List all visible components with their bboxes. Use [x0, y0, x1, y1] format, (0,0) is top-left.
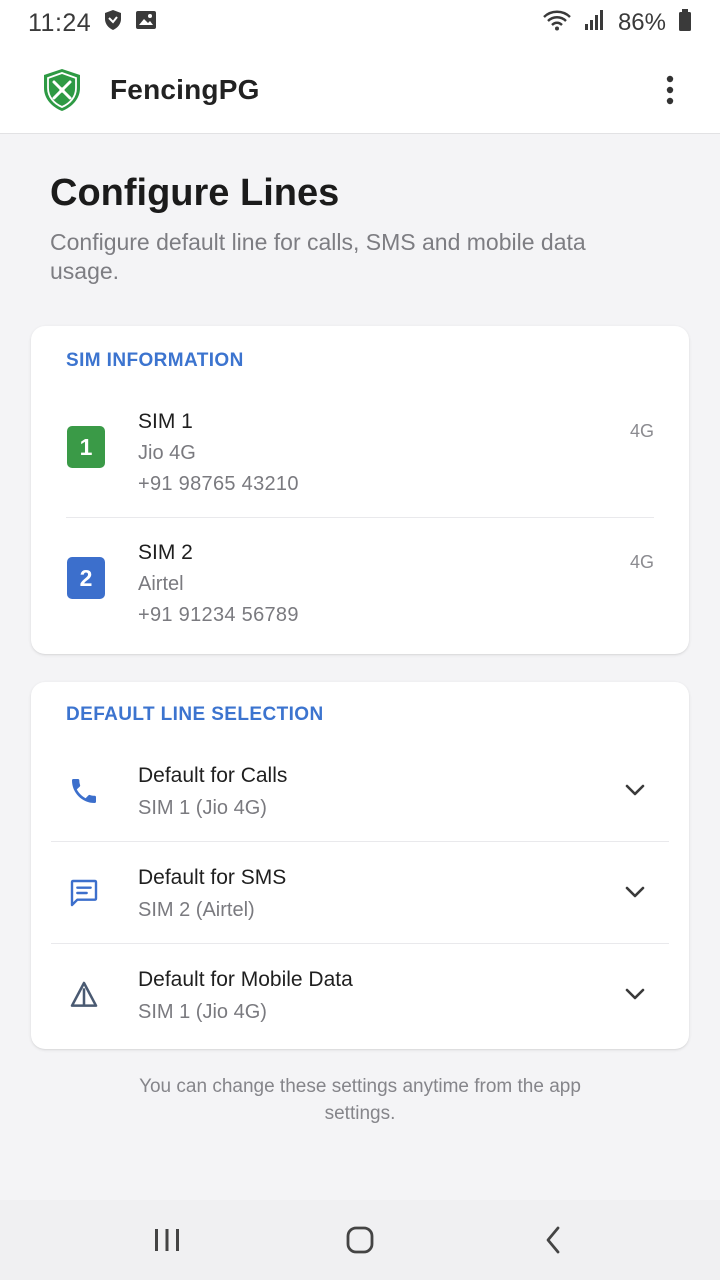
- divider: [66, 517, 654, 518]
- default-calls-value: SIM 1 (Jio 4G): [138, 797, 267, 819]
- more-options-button[interactable]: [652, 68, 688, 112]
- sim-network-type: 4G: [629, 421, 654, 441]
- footer-note: You can change these settings anytime fr…: [139, 1076, 581, 1124]
- sim-name: SIM 1: [138, 410, 193, 433]
- status-bar: 11:24 86%: [0, 0, 720, 46]
- sim-row-1: 1 SIM 1 Jio 4G +91 98765 43210 4G: [66, 392, 654, 517]
- default-mobile-data-label: Default for Mobile Data: [138, 968, 353, 991]
- default-calls-row[interactable]: Default for Calls SIM 1 (Jio 4G): [51, 740, 669, 841]
- back-button[interactable]: [523, 1210, 583, 1270]
- sim-information-card: SIM INFORMATION 1 SIM 1 Jio 4G +91 98765…: [31, 326, 689, 654]
- shield-logo-icon: [40, 67, 84, 113]
- sim-badge-1: 1: [67, 426, 105, 468]
- app-title: FencingPG: [110, 73, 260, 105]
- status-time: 11:24: [28, 8, 92, 37]
- mobile-data-icon: [67, 978, 101, 1012]
- sim-name: SIM 2: [138, 541, 193, 564]
- signal-icon: [584, 9, 606, 38]
- page-subtitle: Configure default line for calls, SMS an…: [50, 229, 586, 284]
- chevron-down-icon[interactable]: [621, 776, 649, 804]
- status-left: 11:24: [28, 9, 157, 38]
- sim-row-2: 2 SIM 2 Airtel +91 91234 56789 4G: [66, 523, 654, 648]
- phone-icon: [67, 774, 101, 808]
- sim-carrier: Airtel: [138, 573, 184, 595]
- sim-information-heading: SIM INFORMATION: [66, 350, 244, 371]
- recents-button[interactable]: [137, 1210, 197, 1270]
- image-icon: [135, 9, 157, 37]
- page-title: Configure Lines: [50, 172, 340, 214]
- default-line-selection-card: DEFAULT LINE SELECTION Default for Calls…: [31, 682, 689, 1049]
- default-mobile-data-row[interactable]: Default for Mobile Data SIM 1 (Jio 4G): [51, 944, 669, 1045]
- default-sms-row[interactable]: Default for SMS SIM 2 (Airtel): [51, 842, 669, 943]
- home-button[interactable]: [330, 1210, 390, 1270]
- system-nav-bar: [0, 1200, 720, 1280]
- default-calls-label: Default for Calls: [138, 764, 288, 787]
- battery-icon: [678, 8, 692, 38]
- default-mobile-data-value: SIM 1 (Jio 4G): [138, 1001, 267, 1023]
- more-vert-icon: [666, 75, 674, 104]
- home-icon: [346, 1226, 374, 1254]
- back-icon: [546, 1226, 560, 1254]
- wifi-icon: [542, 9, 572, 38]
- sim-number: +91 98765 43210: [138, 473, 299, 495]
- status-right: 86%: [542, 8, 692, 38]
- sim-network-type: 4G: [629, 552, 654, 572]
- default-sms-label: Default for SMS: [138, 866, 287, 889]
- sim-number: +91 91234 56789: [138, 604, 299, 626]
- chevron-down-icon[interactable]: [621, 980, 649, 1008]
- chevron-down-icon[interactable]: [621, 878, 649, 906]
- shield-icon: [103, 9, 123, 38]
- default-line-selection-heading: DEFAULT LINE SELECTION: [66, 704, 324, 725]
- sim-badge-2: 2: [67, 557, 105, 599]
- message-icon: [67, 876, 101, 910]
- recents-icon: [154, 1229, 179, 1251]
- battery-percent: 86%: [617, 9, 666, 36]
- default-sms-value: SIM 2 (Airtel): [138, 899, 255, 921]
- app-bar: FencingPG: [0, 46, 720, 134]
- sim-carrier: Jio 4G: [138, 442, 196, 464]
